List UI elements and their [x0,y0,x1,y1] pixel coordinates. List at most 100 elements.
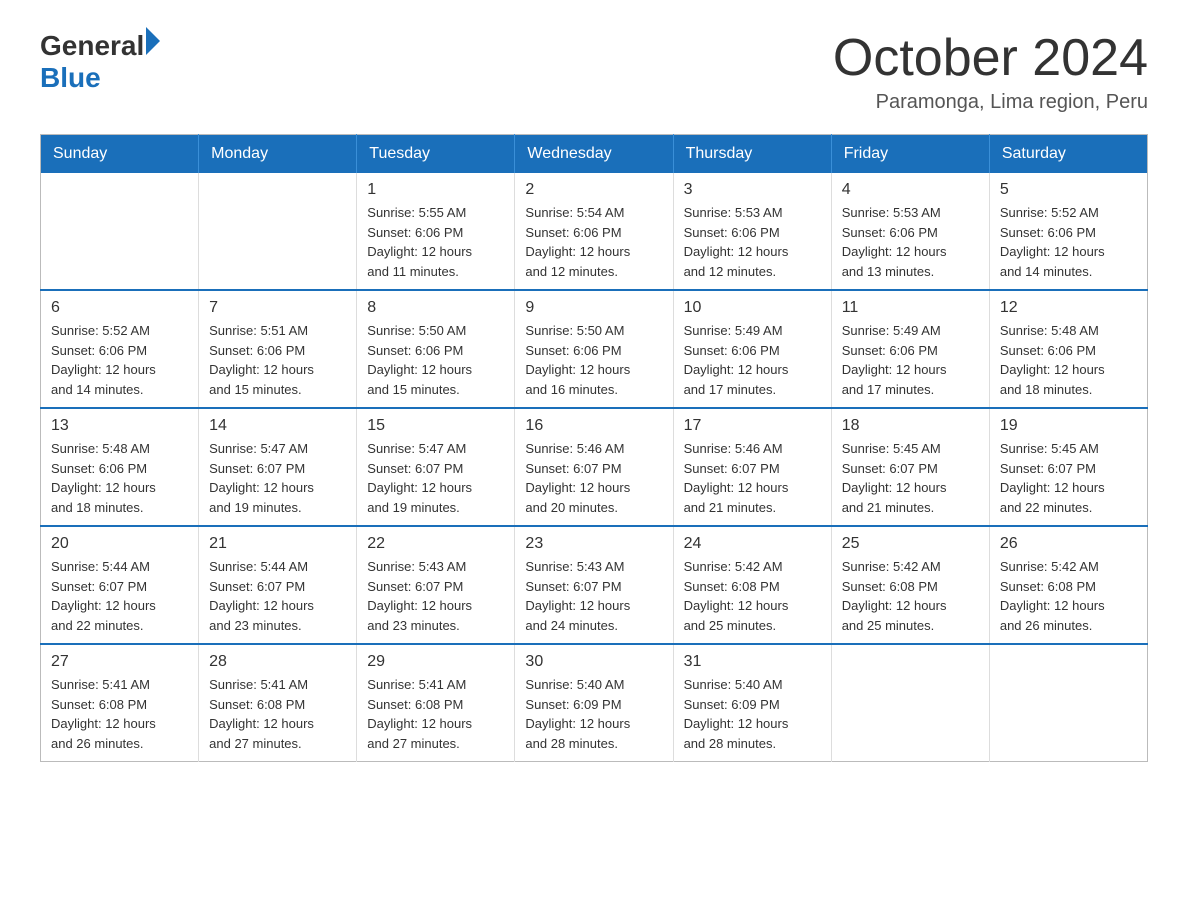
calendar-day-cell: 13 Sunrise: 5:48 AMSunset: 6:06 PMDayligh… [41,408,199,526]
calendar-day-cell: 24 Sunrise: 5:42 AMSunset: 6:08 PMDayligh… [673,526,831,644]
calendar-week-row: 27 Sunrise: 5:41 AMSunset: 6:08 PMDayligh… [41,644,1148,762]
day-info: Sunrise: 5:53 AMSunset: 6:06 PMDaylight:… [684,203,821,281]
day-number: 11 [842,299,979,317]
calendar-day-cell: 5 Sunrise: 5:52 AMSunset: 6:06 PMDaylight… [989,173,1147,290]
day-number: 25 [842,535,979,553]
day-number: 12 [1000,299,1137,317]
day-number: 29 [367,653,504,671]
day-number: 23 [525,535,662,553]
day-info: Sunrise: 5:40 AMSunset: 6:09 PMDaylight:… [684,675,821,753]
day-info: Sunrise: 5:42 AMSunset: 6:08 PMDaylight:… [684,557,821,635]
day-info: Sunrise: 5:43 AMSunset: 6:07 PMDaylight:… [525,557,662,635]
day-number: 1 [367,181,504,199]
calendar-day-cell: 15 Sunrise: 5:47 AMSunset: 6:07 PMDayligh… [357,408,515,526]
day-info: Sunrise: 5:45 AMSunset: 6:07 PMDaylight:… [842,439,979,517]
day-info: Sunrise: 5:42 AMSunset: 6:08 PMDaylight:… [842,557,979,635]
day-number: 26 [1000,535,1137,553]
day-info: Sunrise: 5:50 AMSunset: 6:06 PMDaylight:… [367,321,504,399]
calendar-day-cell: 28 Sunrise: 5:41 AMSunset: 6:08 PMDayligh… [199,644,357,762]
day-info: Sunrise: 5:41 AMSunset: 6:08 PMDaylight:… [51,675,188,753]
day-info: Sunrise: 5:41 AMSunset: 6:08 PMDaylight:… [209,675,346,753]
calendar-day-cell: 27 Sunrise: 5:41 AMSunset: 6:08 PMDayligh… [41,644,199,762]
day-number: 21 [209,535,346,553]
calendar-day-cell: 2 Sunrise: 5:54 AMSunset: 6:06 PMDaylight… [515,173,673,290]
logo-blue: Blue [40,62,101,93]
page-header: General Blue October 2024 Paramonga, Lim… [40,30,1148,114]
day-info: Sunrise: 5:52 AMSunset: 6:06 PMDaylight:… [51,321,188,399]
day-of-week-header: Thursday [673,135,831,174]
day-of-week-header: Tuesday [357,135,515,174]
location-title: Paramonga, Lima region, Peru [833,91,1148,114]
day-of-week-header: Saturday [989,135,1147,174]
logo-triangle-icon [146,27,160,55]
calendar-day-cell: 10 Sunrise: 5:49 AMSunset: 6:06 PMDayligh… [673,290,831,408]
day-info: Sunrise: 5:52 AMSunset: 6:06 PMDaylight:… [1000,203,1137,281]
calendar-day-cell [41,173,199,290]
day-number: 15 [367,417,504,435]
day-info: Sunrise: 5:51 AMSunset: 6:06 PMDaylight:… [209,321,346,399]
day-number: 18 [842,417,979,435]
day-info: Sunrise: 5:49 AMSunset: 6:06 PMDaylight:… [684,321,821,399]
day-number: 2 [525,181,662,199]
month-title: October 2024 [833,30,1148,87]
day-number: 6 [51,299,188,317]
calendar-day-cell [831,644,989,762]
calendar-day-cell: 12 Sunrise: 5:48 AMSunset: 6:06 PMDayligh… [989,290,1147,408]
calendar-day-cell: 18 Sunrise: 5:45 AMSunset: 6:07 PMDayligh… [831,408,989,526]
title-area: October 2024 Paramonga, Lima region, Per… [833,30,1148,114]
day-number: 5 [1000,181,1137,199]
day-info: Sunrise: 5:40 AMSunset: 6:09 PMDaylight:… [525,675,662,753]
calendar-day-cell: 22Sunrise: 5:43 AMSunset: 6:07 PMDayligh… [357,526,515,644]
day-number: 7 [209,299,346,317]
day-number: 31 [684,653,821,671]
day-number: 19 [1000,417,1137,435]
calendar-day-cell: 8 Sunrise: 5:50 AMSunset: 6:06 PMDaylight… [357,290,515,408]
day-of-week-header: Sunday [41,135,199,174]
day-info: Sunrise: 5:48 AMSunset: 6:06 PMDaylight:… [1000,321,1137,399]
day-info: Sunrise: 5:44 AMSunset: 6:07 PMDaylight:… [51,557,188,635]
day-number: 14 [209,417,346,435]
calendar-day-cell: 16 Sunrise: 5:46 AMSunset: 6:07 PMDayligh… [515,408,673,526]
logo-general: General [40,30,144,62]
day-of-week-header: Wednesday [515,135,673,174]
day-info: Sunrise: 5:41 AMSunset: 6:08 PMDaylight:… [367,675,504,753]
day-info: Sunrise: 5:46 AMSunset: 6:07 PMDaylight:… [684,439,821,517]
calendar-day-cell [199,173,357,290]
day-info: Sunrise: 5:49 AMSunset: 6:06 PMDaylight:… [842,321,979,399]
day-info: Sunrise: 5:47 AMSunset: 6:07 PMDaylight:… [367,439,504,517]
day-info: Sunrise: 5:47 AMSunset: 6:07 PMDaylight:… [209,439,346,517]
calendar-week-row: 20Sunrise: 5:44 AMSunset: 6:07 PMDayligh… [41,526,1148,644]
logo: General Blue [40,30,160,94]
day-number: 4 [842,181,979,199]
calendar-day-cell [989,644,1147,762]
day-number: 24 [684,535,821,553]
calendar-day-cell: 14 Sunrise: 5:47 AMSunset: 6:07 PMDayligh… [199,408,357,526]
day-number: 17 [684,417,821,435]
calendar-day-cell: 1 Sunrise: 5:55 AMSunset: 6:06 PMDaylight… [357,173,515,290]
day-number: 30 [525,653,662,671]
calendar-table: SundayMondayTuesdayWednesdayThursdayFrid… [40,134,1148,762]
day-number: 28 [209,653,346,671]
day-number: 10 [684,299,821,317]
day-number: 16 [525,417,662,435]
calendar-day-cell: 23 Sunrise: 5:43 AMSunset: 6:07 PMDayligh… [515,526,673,644]
day-info: Sunrise: 5:46 AMSunset: 6:07 PMDaylight:… [525,439,662,517]
calendar-day-cell: 11 Sunrise: 5:49 AMSunset: 6:06 PMDayligh… [831,290,989,408]
calendar-day-cell: 21Sunrise: 5:44 AMSunset: 6:07 PMDayligh… [199,526,357,644]
day-info: Sunrise: 5:55 AMSunset: 6:06 PMDaylight:… [367,203,504,281]
day-info: Sunrise: 5:48 AMSunset: 6:06 PMDaylight:… [51,439,188,517]
calendar-day-cell: 17 Sunrise: 5:46 AMSunset: 6:07 PMDayligh… [673,408,831,526]
calendar-day-cell: 30 Sunrise: 5:40 AMSunset: 6:09 PMDayligh… [515,644,673,762]
day-info: Sunrise: 5:45 AMSunset: 6:07 PMDaylight:… [1000,439,1137,517]
day-number: 27 [51,653,188,671]
calendar-day-cell: 4Sunrise: 5:53 AMSunset: 6:06 PMDaylight… [831,173,989,290]
calendar-day-cell: 26 Sunrise: 5:42 AMSunset: 6:08 PMDayligh… [989,526,1147,644]
day-number: 9 [525,299,662,317]
day-info: Sunrise: 5:50 AMSunset: 6:06 PMDaylight:… [525,321,662,399]
day-number: 8 [367,299,504,317]
calendar-day-cell: 20Sunrise: 5:44 AMSunset: 6:07 PMDayligh… [41,526,199,644]
day-info: Sunrise: 5:43 AMSunset: 6:07 PMDaylight:… [367,557,504,635]
day-info: Sunrise: 5:42 AMSunset: 6:08 PMDaylight:… [1000,557,1137,635]
day-number: 13 [51,417,188,435]
day-info: Sunrise: 5:54 AMSunset: 6:06 PMDaylight:… [525,203,662,281]
